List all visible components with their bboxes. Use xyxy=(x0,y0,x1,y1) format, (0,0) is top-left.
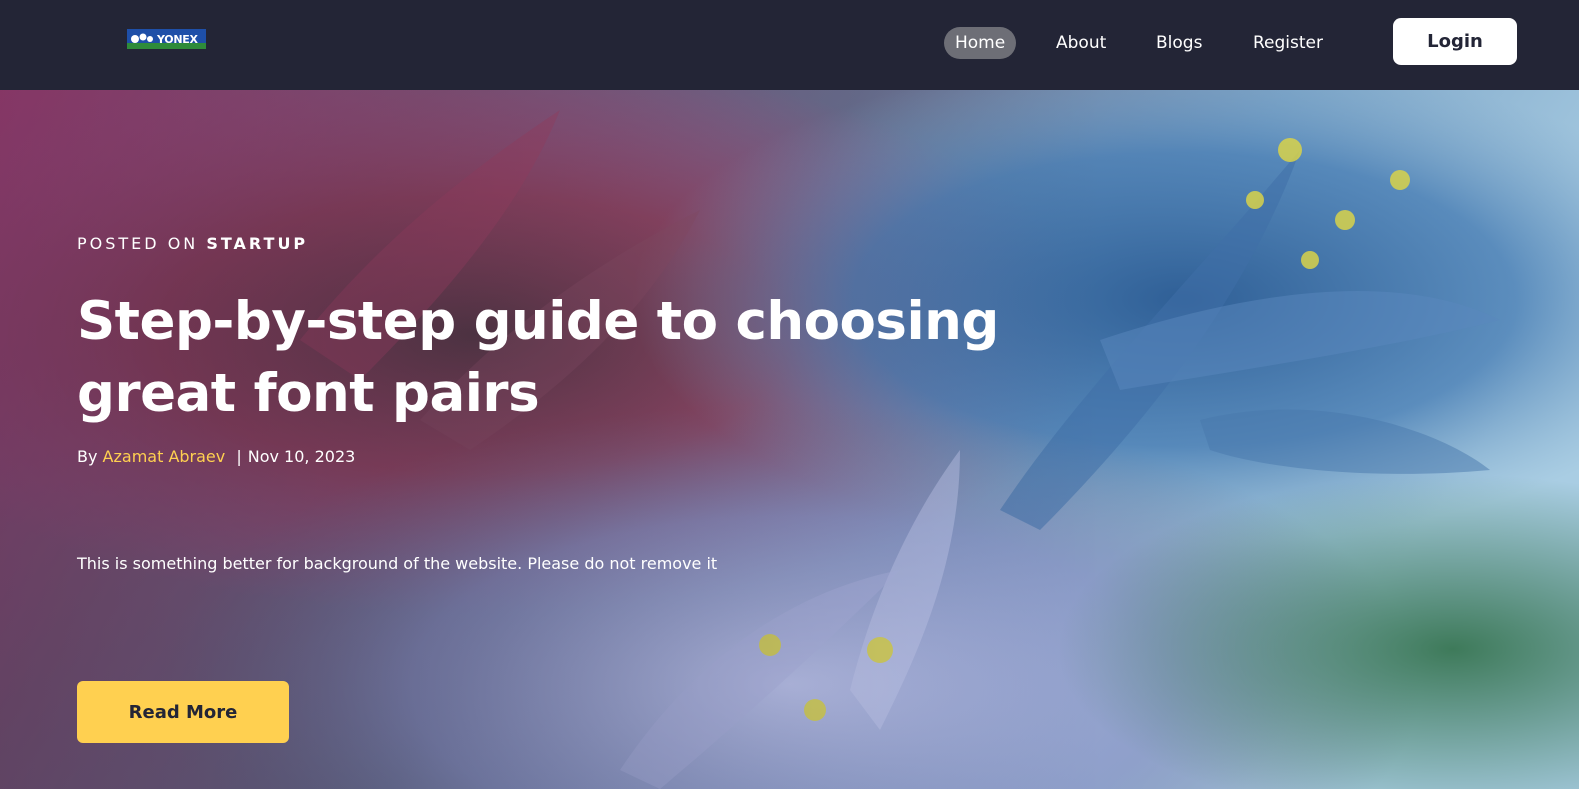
read-more-button[interactable]: Read More xyxy=(77,681,289,743)
post-date: Nov 10, 2023 xyxy=(247,447,356,466)
post-byline: By Azamat Abraev | Nov 10, 2023 xyxy=(77,447,355,466)
hero-title: Step-by-step guide to choosing great fon… xyxy=(77,291,999,424)
yonex-logo-icon xyxy=(131,33,153,43)
byline-separator: | xyxy=(236,447,242,466)
nav-home-link[interactable]: Home xyxy=(944,27,1017,59)
brand-logo[interactable]: YONEX xyxy=(127,29,206,49)
nav-blogs-link[interactable]: Blogs xyxy=(1156,27,1202,59)
nav-register-link[interactable]: Register xyxy=(1253,27,1323,59)
hero-section: POSTED ON STARTUP Step-by-step guide to … xyxy=(0,90,1579,789)
main-nav: Home About Blogs Register xyxy=(944,27,1323,59)
posted-on-prefix: POSTED ON xyxy=(77,234,199,253)
author-link[interactable]: Azamat Abraev xyxy=(103,447,226,466)
hero-description: This is something better for background … xyxy=(77,554,718,573)
top-navbar: YONEX Home About Blogs Register Login xyxy=(0,0,1579,90)
nav-about-link[interactable]: About xyxy=(1056,27,1106,59)
posted-on-label: POSTED ON STARTUP xyxy=(77,234,308,253)
logo-text: YONEX xyxy=(157,32,198,46)
post-category[interactable]: STARTUP xyxy=(206,234,308,253)
by-prefix: By xyxy=(77,447,98,466)
login-button[interactable]: Login xyxy=(1393,18,1517,65)
